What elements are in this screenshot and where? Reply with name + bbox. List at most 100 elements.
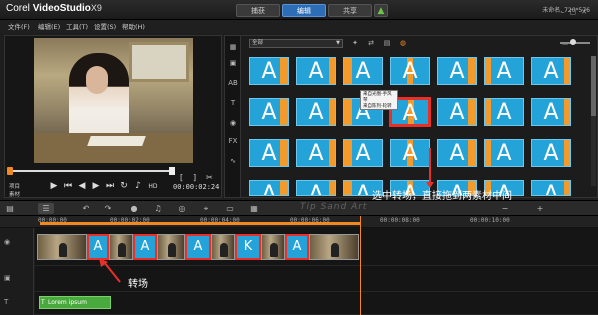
home-icon[interactable]: ⏮ (63, 181, 73, 191)
transition-thumb[interactable]: A (437, 57, 477, 85)
transition-thumb[interactable]: A横条 (531, 98, 571, 126)
zoom-in-icon[interactable]: + (535, 203, 545, 214)
scrubber-end-handle[interactable] (169, 167, 175, 175)
timeline-view-icon[interactable]: ☰ (38, 203, 54, 214)
transition-clip[interactable]: A (87, 234, 109, 260)
auto-music-icon[interactable]: ◎ (176, 203, 188, 214)
transition-thumb[interactable]: A (249, 57, 289, 85)
transition-thumb[interactable]: A对开门 (531, 180, 571, 196)
tab-capture[interactable]: 捕获 (236, 4, 280, 17)
transition-thumb[interactable]: A对开门 (249, 180, 289, 196)
transition-thumb[interactable]: A对角 (484, 98, 524, 126)
transition-thumb[interactable]: A对开门 (437, 139, 477, 167)
volume-icon[interactable]: ♪ (133, 181, 143, 191)
motion-tracking-icon[interactable]: ⌖ (200, 203, 212, 214)
video-clip[interactable] (37, 234, 87, 260)
transition-thumb[interactable]: A保持 (343, 139, 383, 167)
zoom-out-icon[interactable]: − (500, 203, 510, 214)
transition-clip[interactable]: A (185, 234, 211, 260)
transition-glyph-icon: A (261, 182, 277, 196)
media-icon[interactable]: ▦ (227, 42, 239, 52)
transition-thumb[interactable]: A (343, 57, 383, 85)
menu-settings[interactable]: 设置(S) (94, 21, 116, 31)
multi-camera-icon[interactable]: ▦ (248, 203, 260, 214)
transition-clip[interactable]: K (235, 234, 261, 260)
end-icon[interactable]: ⏭ (105, 181, 115, 191)
transition-clip[interactable]: A (285, 234, 309, 260)
timecode-display[interactable]: 00:00:02:24 (173, 183, 219, 191)
library-scrollbar[interactable] (591, 56, 596, 186)
transition-clip[interactable]: A (133, 234, 157, 260)
split-icon[interactable]: ✂ (206, 173, 213, 182)
instant-project-icon[interactable]: ▣ (227, 58, 239, 68)
video-clip[interactable] (309, 234, 359, 260)
menu-help[interactable]: 帮助(H) (122, 21, 145, 31)
sound-mixer-icon[interactable]: ♫ (152, 203, 164, 214)
menu-tools[interactable]: 工具(T) (66, 21, 88, 31)
record-capture-icon[interactable]: ● (128, 203, 140, 214)
apply-current-icon[interactable]: ▤ (382, 38, 392, 48)
project-range-marker (40, 222, 360, 225)
repeat-icon[interactable]: ↻ (119, 181, 129, 191)
add-to-favorites-icon[interactable]: ✦ (350, 38, 360, 48)
transition-thumb[interactable]: A对开门 (484, 139, 524, 167)
zoom-slider-handle[interactable] (570, 39, 576, 45)
title-clip[interactable]: T Lorem ipsum (39, 296, 111, 309)
transition-thumb[interactable]: A (296, 57, 336, 85)
transition-thumb[interactable]: A (390, 57, 430, 85)
transition-grid: AAAAAAAA3D 比萨饼盒A3D 比萨饼盒A手风琴A星形A对开门A对角A横条… (249, 57, 579, 197)
scrubber-track[interactable] (7, 170, 172, 172)
app-logo: Corel VideoStudioX9 (6, 3, 102, 14)
transition-icon[interactable]: AB (227, 78, 239, 88)
menu-file[interactable]: 文件(F) (8, 21, 30, 31)
menu-edit[interactable]: 编辑(E) (38, 21, 60, 31)
apply-random-icon[interactable]: ⇄ (366, 38, 376, 48)
library-scroll-thumb[interactable] (591, 56, 596, 116)
transition-thumb[interactable]: A对开门 (390, 139, 430, 167)
video-track-icon[interactable]: ◉ (4, 238, 10, 246)
upload-arrow-icon[interactable]: ▲ (374, 4, 388, 17)
mode-project[interactable]: 项目 (9, 183, 35, 191)
title-icon[interactable]: T (227, 98, 239, 108)
window-controls[interactable]: –▢✕ (561, 8, 592, 16)
filter-icon[interactable]: FX (227, 136, 239, 146)
overlay-track-icon[interactable]: ▣ (4, 274, 11, 282)
mark-in-bracket[interactable]: [ (180, 173, 183, 182)
mark-out-bracket[interactable]: ] (193, 173, 196, 182)
storyboard-view-icon[interactable]: ▤ (4, 203, 16, 214)
transition-thumb[interactable]: A (531, 57, 571, 85)
transition-glyph-icon: A (449, 141, 465, 166)
transition-thumb[interactable]: A对开门 (296, 180, 336, 196)
redo-icon[interactable]: ↷ (102, 203, 114, 214)
transition-thumb[interactable]: A3D 比萨饼盒 (249, 98, 289, 126)
video-clip[interactable] (109, 234, 133, 260)
prev-frame-icon[interactable]: ◀ (77, 181, 87, 191)
clip-thumbnail-person (168, 243, 176, 257)
path-icon[interactable]: ∿ (227, 156, 239, 166)
undo-icon[interactable]: ↶ (80, 203, 92, 214)
mode-clip[interactable]: 素材 (9, 191, 35, 199)
preview-scrubber[interactable] (7, 167, 219, 175)
category-dropdown[interactable]: 全部 ▼ (249, 39, 343, 48)
transition-thumb[interactable]: A对开门 (531, 139, 571, 167)
next-frame-icon[interactable]: ▶ (91, 181, 101, 191)
fx-store-icon[interactable]: ◍ (398, 38, 408, 48)
title-track-icon[interactable]: T (4, 298, 8, 306)
transition-thumb[interactable]: A3D 比萨饼盒 (296, 98, 336, 126)
play-icon[interactable]: ▶ (49, 181, 59, 191)
video-clip[interactable] (157, 234, 185, 260)
transition-thumb[interactable]: A对开门 (437, 98, 477, 126)
timeline-playhead[interactable] (360, 216, 361, 315)
transition-thumb[interactable]: A (484, 57, 524, 85)
transition-thumb[interactable]: A保持 (249, 139, 289, 167)
subtitle-editor-icon[interactable]: ▭ (224, 203, 236, 214)
transition-thumb[interactable]: A保持 (296, 139, 336, 167)
video-clip[interactable] (261, 234, 285, 260)
scrubber-start-handle[interactable] (7, 167, 13, 175)
tab-share[interactable]: 共享 (328, 4, 372, 17)
hd-toggle[interactable]: HD (147, 183, 159, 190)
graphic-icon[interactable]: ◉ (227, 118, 239, 128)
video-clip[interactable] (211, 234, 235, 260)
timeline-ruler[interactable]: 00:00:00 00:00:02:00 00:00:04:00 00:00:0… (0, 216, 598, 228)
tab-edit[interactable]: 编辑 (282, 4, 326, 17)
